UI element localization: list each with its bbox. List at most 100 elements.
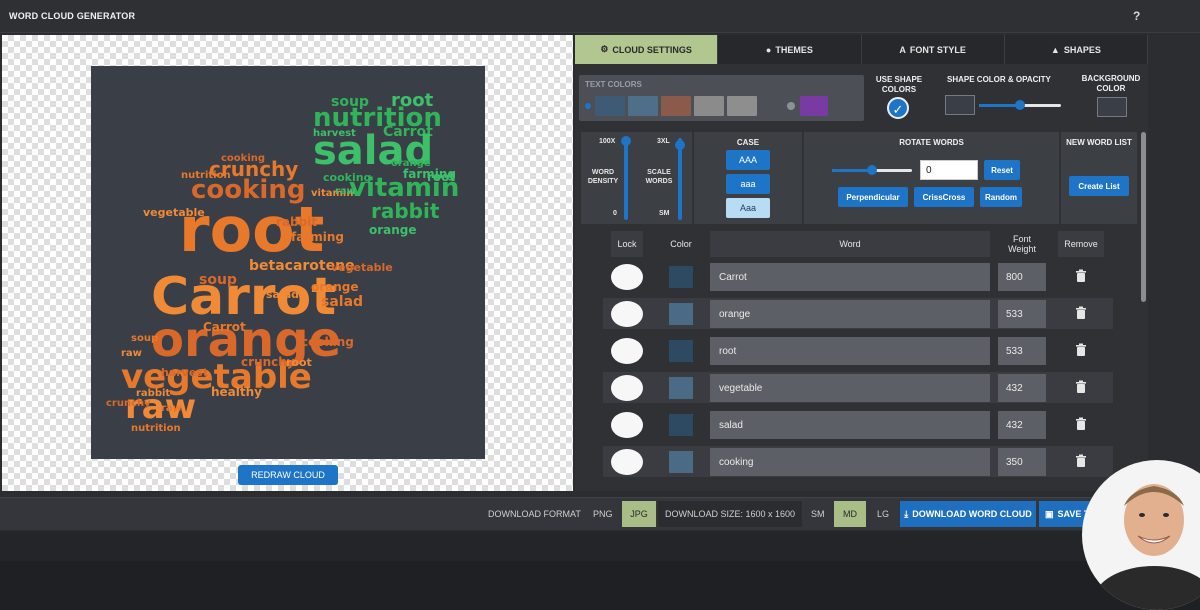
trash-icon[interactable] (1073, 453, 1089, 469)
random-button[interactable]: Random (980, 187, 1022, 207)
lock-toggle[interactable] (611, 301, 643, 327)
font-weight-input[interactable]: 533 (998, 337, 1046, 365)
shape-color-swatch[interactable] (945, 95, 975, 115)
size-sm-option[interactable]: SM (811, 509, 825, 519)
alt-color-swatch[interactable] (800, 96, 828, 116)
perpendicular-button[interactable]: Perpendicular (838, 187, 908, 207)
tab-font-style[interactable]: A FONT STYLE (861, 35, 1005, 64)
cloud-word: crunchy (106, 398, 151, 409)
cloud-word: soup (131, 333, 158, 344)
case-lower-button[interactable]: aaa (726, 174, 770, 194)
cloud-word: root (286, 356, 312, 369)
text-color-swatch[interactable] (628, 96, 658, 116)
scale-words-knob[interactable] (675, 140, 685, 150)
shape-color-label: SHAPE COLOR & OPACITY (947, 75, 1051, 84)
word-color-swatch[interactable] (669, 303, 693, 325)
cloud-word: healthy (211, 385, 262, 399)
scale-min-label: SM (659, 210, 670, 217)
table-row: vegetable 432 (603, 372, 1113, 403)
tab-themes[interactable]: ● THEMES (718, 35, 862, 64)
tab-cloud-settings[interactable]: ⚙ CLOUD SETTINGS (575, 35, 719, 64)
text-color-swatch[interactable] (727, 96, 757, 116)
word-input[interactable]: Carrot (710, 263, 990, 291)
word-input[interactable]: salad (710, 411, 990, 439)
word-density-slider[interactable] (624, 138, 628, 220)
color-header: Color (670, 239, 692, 249)
format-png-option[interactable]: PNG (593, 509, 613, 519)
font-weight-input[interactable]: 432 (998, 374, 1046, 402)
lock-header: Lock (611, 231, 643, 257)
font-weight-input[interactable]: 432 (998, 411, 1046, 439)
use-shape-colors-checkbox[interactable]: ✓ (887, 97, 909, 119)
tab-label: CLOUD SETTINGS (612, 44, 692, 55)
tab-label: FONT STYLE (909, 44, 966, 55)
cloud-word: harvest (161, 366, 208, 379)
trash-icon[interactable] (1073, 416, 1089, 432)
trash-icon[interactable] (1073, 379, 1089, 395)
word-color-swatch[interactable] (669, 377, 693, 399)
font-weight-input[interactable]: 800 (998, 263, 1046, 291)
lock-toggle[interactable] (611, 449, 643, 475)
case-upper-button[interactable]: AAA (726, 150, 770, 170)
word-color-swatch[interactable] (669, 451, 693, 473)
lock-toggle[interactable] (611, 412, 643, 438)
cloud-word: vegetable (331, 261, 393, 274)
table-row: orange 533 (603, 298, 1113, 329)
lock-toggle[interactable] (611, 375, 643, 401)
cloud-word: salad (321, 294, 363, 310)
tab-shapes[interactable]: ▲ SHAPES (1004, 35, 1148, 64)
word-density-knob[interactable] (621, 136, 631, 146)
rotate-degrees-input[interactable] (920, 160, 978, 180)
weight-header: Font Weight (1008, 234, 1036, 254)
download-word-cloud-button[interactable]: ⤓ DOWNLOAD WORD CLOUD (900, 501, 1036, 527)
text-color-swatch[interactable] (694, 96, 724, 116)
use-shape-colors-label: USE SHAPE COLORS (875, 75, 923, 94)
scale-max-label: 3XL (657, 138, 670, 145)
word-cloud-svg: root Carrot orange vegetable raw cooking crunc… (106, 90, 459, 434)
crisscross-button[interactable]: CrissCross (914, 187, 974, 207)
text-color-swatch[interactable] (661, 96, 691, 116)
case-title-button[interactable]: Aaa (726, 198, 770, 218)
trash-icon[interactable] (1073, 268, 1089, 284)
cloud-word: cooking (301, 335, 354, 349)
panel-scrollbar[interactable] (1141, 132, 1146, 302)
rotate-slider[interactable] (832, 165, 912, 175)
trash-icon[interactable] (1073, 305, 1089, 321)
size-md-option[interactable]: MD (834, 501, 866, 527)
word-color-swatch[interactable] (669, 340, 693, 362)
cloud-word: cooking (221, 153, 265, 164)
font-weight-input[interactable]: 350 (998, 448, 1046, 476)
app-window: WORD CLOUD GENERATOR ? root Carrot orange v… (0, 0, 1200, 610)
background-color-label: BACKGROUND COLOR (1081, 74, 1141, 93)
text-colors-radio[interactable] (585, 103, 591, 109)
font-icon: A (899, 44, 906, 55)
word-input[interactable]: vegetable (710, 374, 990, 402)
create-list-button[interactable]: Create List (1069, 176, 1129, 196)
color-settings-row: TEXT COLORS USE SHAPE COLORS ✓ SHAPE COL… (577, 71, 1146, 125)
cloud-word: Carrot (203, 320, 246, 334)
format-jpg-option[interactable]: JPG (622, 501, 656, 527)
lock-toggle[interactable] (611, 338, 643, 364)
word-color-swatch[interactable] (669, 414, 693, 436)
rotate-reset-button[interactable]: Reset (984, 160, 1020, 180)
case-label: CASE (736, 138, 760, 147)
text-color-swatch[interactable] (595, 96, 625, 116)
save-icon: ▣ (1045, 508, 1054, 519)
table-row: salad 432 (603, 409, 1113, 440)
opacity-slider[interactable] (979, 100, 1061, 110)
size-lg-option[interactable]: LG (877, 509, 889, 519)
lock-toggle[interactable] (611, 264, 643, 290)
font-weight-input[interactable]: 533 (998, 300, 1046, 328)
scale-words-slider[interactable] (678, 138, 682, 220)
alt-color-radio[interactable] (787, 102, 795, 110)
word-input[interactable]: orange (710, 300, 990, 328)
word-color-swatch[interactable] (669, 266, 693, 288)
redraw-cloud-button[interactable]: REDRAW CLOUD (238, 465, 338, 485)
trash-icon[interactable] (1073, 342, 1089, 358)
rotate-slider-knob[interactable] (867, 165, 877, 175)
word-input[interactable]: root (710, 337, 990, 365)
help-button[interactable]: ? (1133, 9, 1140, 23)
word-input[interactable]: cooking (710, 448, 990, 476)
opacity-slider-knob[interactable] (1015, 100, 1025, 110)
background-color-swatch[interactable] (1097, 97, 1127, 117)
